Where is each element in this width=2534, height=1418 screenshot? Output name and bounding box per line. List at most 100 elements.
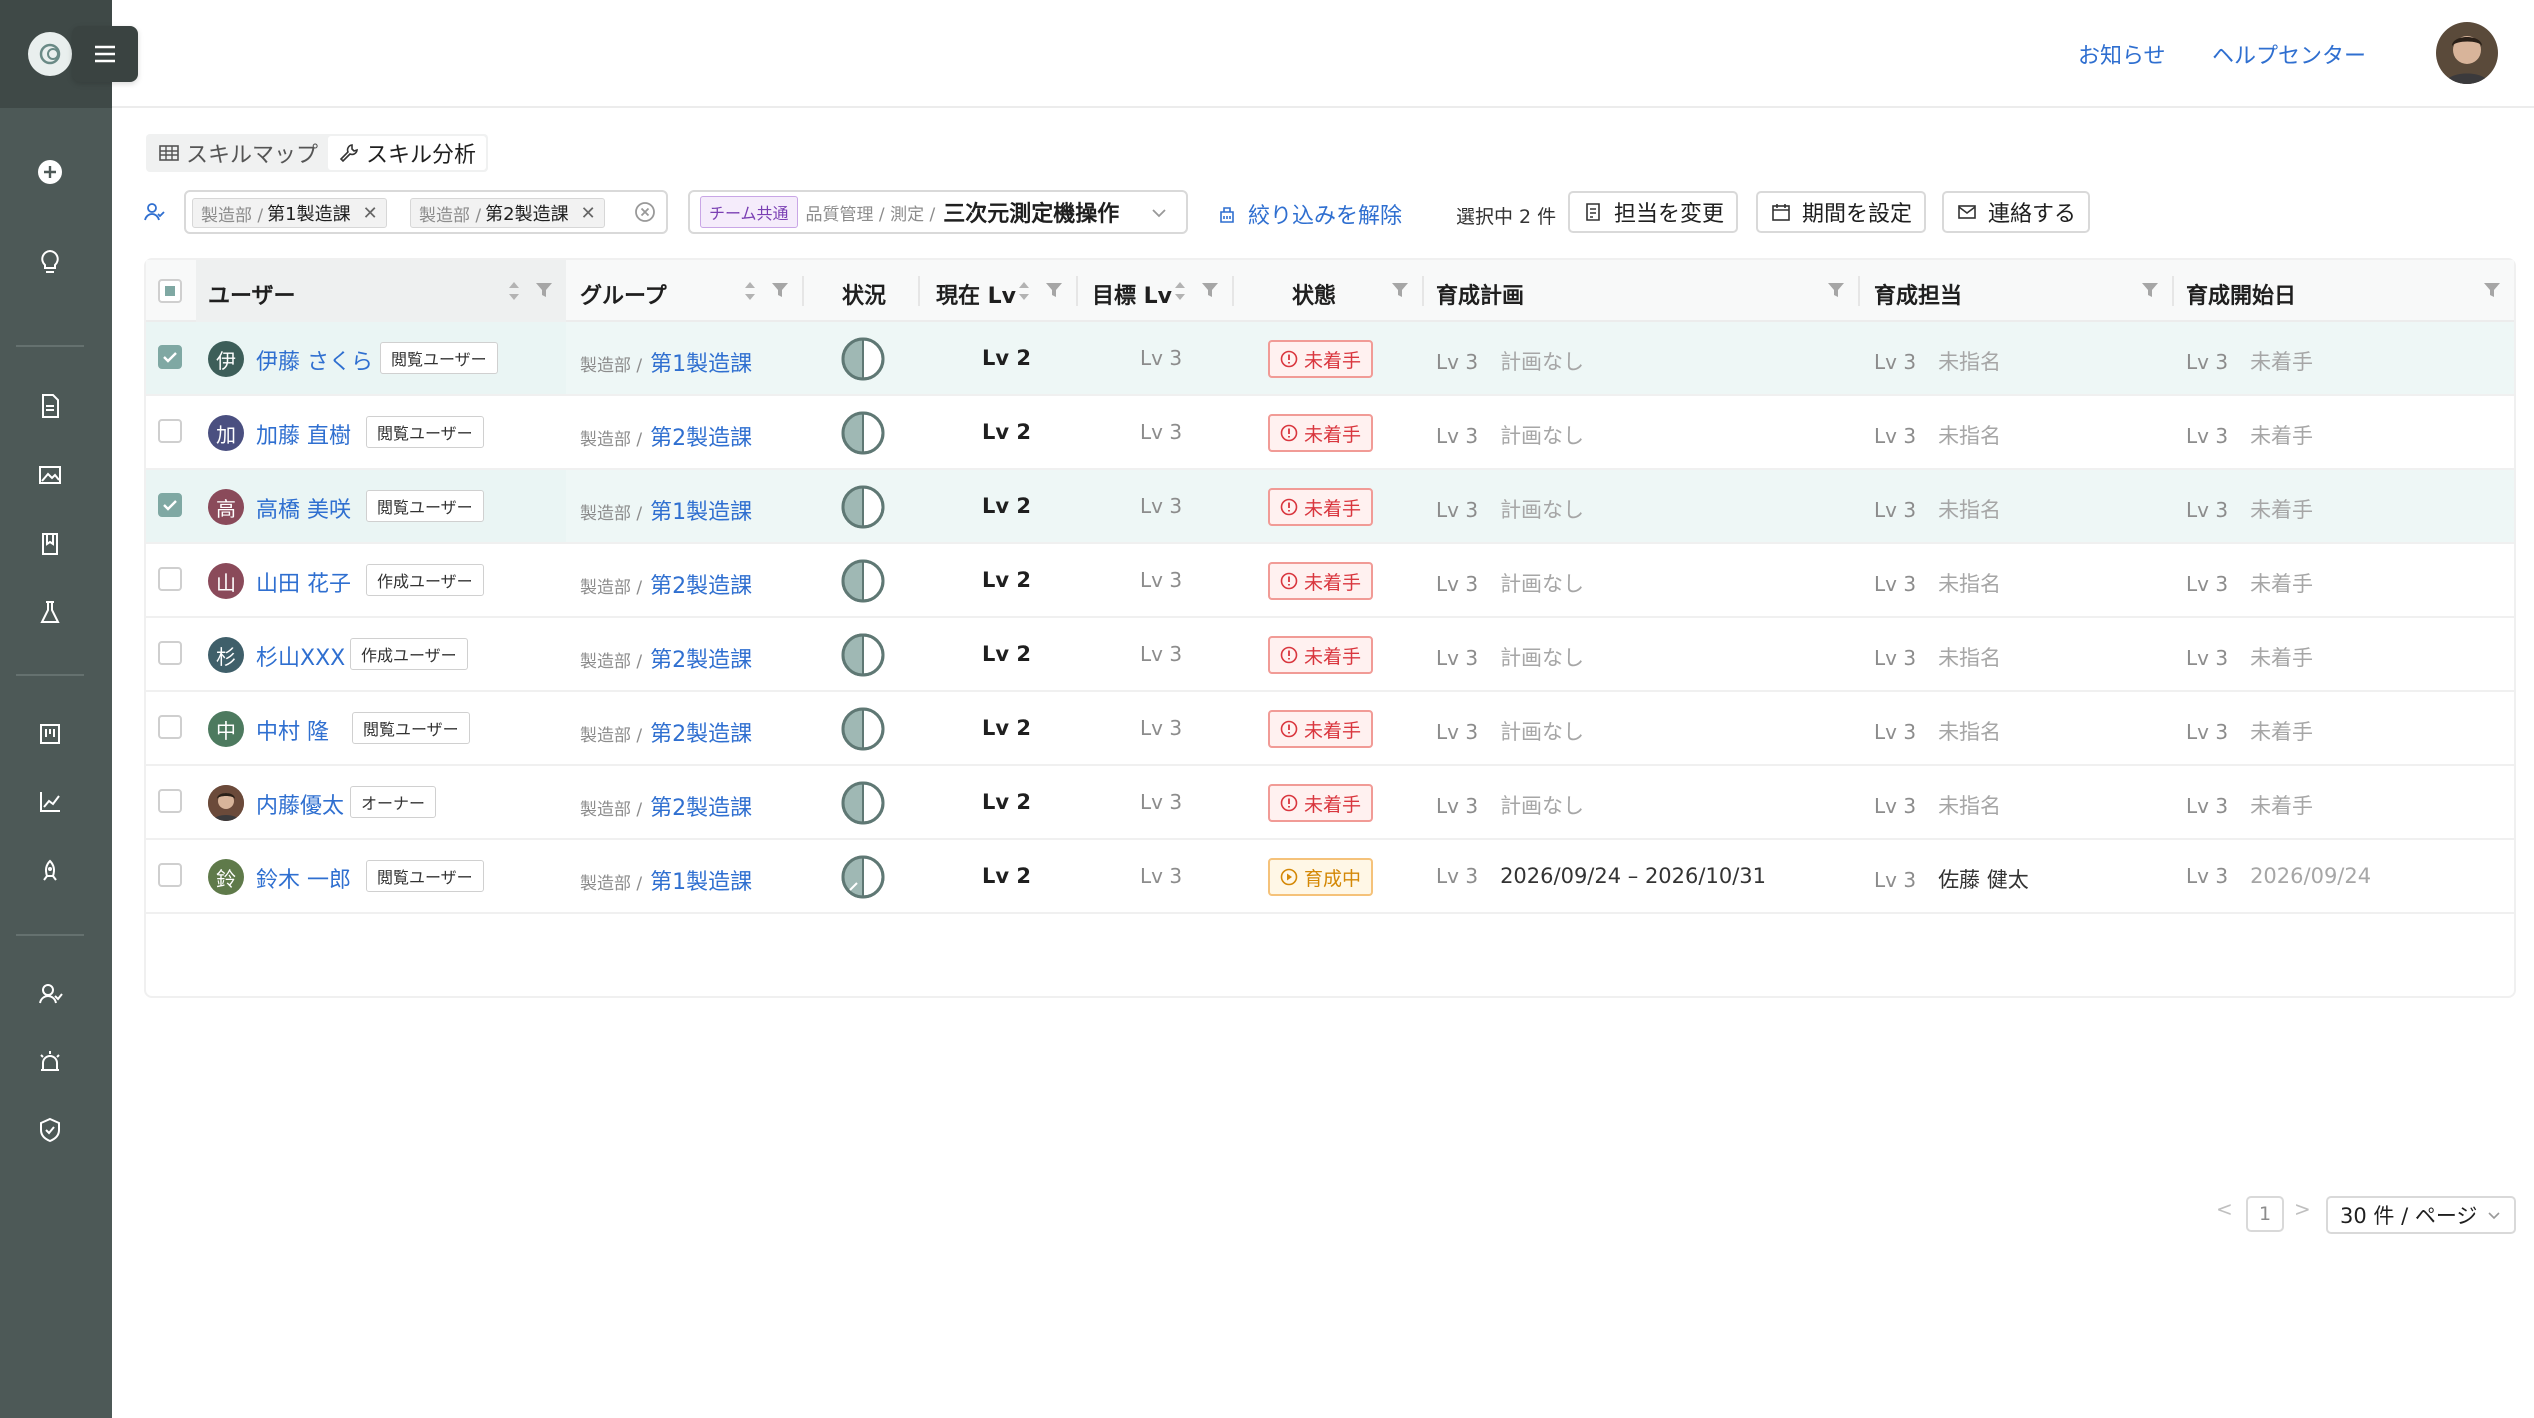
filter-icon[interactable]	[534, 280, 554, 300]
filter-icon[interactable]	[2482, 280, 2502, 300]
row-checkbox[interactable]	[158, 493, 182, 517]
column-header-start-date[interactable]: 育成開始日	[2186, 278, 2296, 310]
plan-cell[interactable]: Lv 3 計画なし	[1436, 346, 1584, 376]
row-checkbox[interactable]	[158, 419, 182, 443]
owner-cell[interactable]: Lv 3 未指名	[1874, 790, 2001, 820]
alarm-icon[interactable]	[30, 1042, 70, 1082]
owner-cell[interactable]: Lv 3 未指名	[1874, 346, 2001, 376]
table-row[interactable]: 高高橋 美咲 閲覧ユーザー 製造部 / 第1製造課 Lv 2 Lv 3 未着手 Lv 3 計画な…	[146, 470, 2514, 544]
column-header-state[interactable]: 状態	[1292, 278, 1336, 310]
sort-icon[interactable]	[1172, 278, 1188, 304]
menu-toggle-button[interactable]	[72, 26, 138, 82]
plan-cell[interactable]: Lv 3 計画なし	[1436, 568, 1584, 598]
select-all-checkbox[interactable]	[158, 279, 182, 303]
filter-icon[interactable]	[1826, 280, 1846, 300]
start-date-cell[interactable]: Lv 3 未着手	[2186, 494, 2313, 524]
skill-select[interactable]: チーム共通 品質管理 / 測定 / 三次元測定機操作	[688, 190, 1188, 234]
user-name-link[interactable]: 鈴木 一郎	[256, 862, 351, 894]
table-row[interactable]: 伊伊藤 さくら 閲覧ユーザー 製造部 / 第1製造課 Lv 2 Lv 3 未着手 Lv 3 計画…	[146, 322, 2514, 396]
group-link[interactable]: 第2製造課	[650, 648, 752, 673]
table-row[interactable]: 山山田 花子 作成ユーザー 製造部 / 第2製造課 Lv 2 Lv 3 未着手 Lv 3 計画な…	[146, 544, 2514, 618]
user-name-link[interactable]: 山田 花子	[256, 566, 351, 598]
column-header-owner[interactable]: 育成担当	[1874, 278, 1962, 310]
plan-cell[interactable]: Lv 3 計画なし	[1436, 790, 1584, 820]
notice-link[interactable]: お知らせ	[2078, 38, 2166, 70]
group-link[interactable]: 第1製造課	[650, 500, 752, 525]
start-date-cell[interactable]: Lv 3 2026/09/24	[2186, 864, 2371, 888]
column-header-user[interactable]: ユーザー	[208, 278, 296, 310]
owner-cell[interactable]: Lv 3 未指名	[1874, 716, 2001, 746]
user-name-link[interactable]: 高橋 美咲	[256, 492, 351, 524]
chip-close-icon[interactable]: ✕	[363, 203, 378, 224]
user-name-link[interactable]: 杉山XXX	[256, 640, 345, 672]
filter-icon[interactable]	[770, 280, 790, 300]
flask-icon[interactable]	[30, 592, 70, 632]
owner-cell[interactable]: Lv 3 未指名	[1874, 420, 2001, 450]
user-avatar[interactable]	[2436, 22, 2498, 84]
owner-cell[interactable]: Lv 3 未指名	[1874, 642, 2001, 672]
start-date-cell[interactable]: Lv 3 未着手	[2186, 716, 2313, 746]
column-header-target-lv[interactable]: 目標 Lv	[1092, 278, 1172, 310]
plan-cell[interactable]: Lv 3 計画なし	[1436, 420, 1584, 450]
clear-circle-icon[interactable]	[634, 201, 656, 223]
table-row[interactable]: 中中村 隆閲覧ユーザー 製造部 / 第2製造課 Lv 2 Lv 3 未着手 Lv 3 計画なし…	[146, 692, 2514, 766]
group-link[interactable]: 第2製造課	[650, 426, 752, 451]
tab-skill-analysis[interactable]: スキル分析	[328, 136, 487, 170]
owner-cell[interactable]: Lv 3 佐藤 健太	[1874, 864, 2029, 894]
next-page-button[interactable]: >	[2294, 1197, 2311, 1221]
tab-skill-map[interactable]: スキルマップ	[148, 136, 328, 170]
table-row[interactable]: 杉杉山XXX 作成ユーザー 製造部 / 第2製造課 Lv 2 Lv 3 未着手 Lv 3 計画な…	[146, 618, 2514, 692]
shield-check-icon[interactable]	[30, 1110, 70, 1150]
user-name-link[interactable]: 中村 隆	[256, 714, 329, 746]
start-date-cell[interactable]: Lv 3 未着手	[2186, 642, 2313, 672]
plan-cell[interactable]: Lv 3 計画なし	[1436, 716, 1584, 746]
rocket-icon[interactable]	[30, 852, 70, 892]
column-header-plan[interactable]: 育成計画	[1436, 278, 1524, 310]
filter-icon[interactable]	[2140, 280, 2160, 300]
start-date-cell[interactable]: Lv 3 未着手	[2186, 346, 2313, 376]
set-period-button[interactable]: 期間を設定	[1756, 191, 1927, 233]
users-icon[interactable]	[30, 974, 70, 1014]
page-size-select[interactable]: 30 件 / ページ	[2326, 1196, 2516, 1234]
kanban-icon[interactable]	[30, 714, 70, 754]
filter-icon[interactable]	[1044, 280, 1064, 300]
document-icon[interactable]	[30, 386, 70, 426]
plan-cell[interactable]: Lv 3 2026/09/24 – 2026/10/31	[1436, 864, 1766, 888]
group-filter-select[interactable]: 製造部 / 第1製造課 ✕ 製造部 / 第2製造課 ✕	[184, 190, 668, 234]
line-chart-icon[interactable]	[30, 782, 70, 822]
owner-cell[interactable]: Lv 3 未指名	[1874, 568, 2001, 598]
filter-icon[interactable]	[1390, 280, 1410, 300]
plan-cell[interactable]: Lv 3 計画なし	[1436, 494, 1584, 524]
app-logo[interactable]	[28, 32, 72, 76]
filter-icon[interactable]	[1200, 280, 1220, 300]
user-name-link[interactable]: 加藤 直樹	[256, 418, 351, 450]
reset-filters-link[interactable]: 絞り込みを解除	[1216, 198, 1402, 230]
book-icon[interactable]	[30, 524, 70, 564]
row-checkbox[interactable]	[158, 641, 182, 665]
group-link[interactable]: 第2製造課	[650, 722, 752, 747]
group-link[interactable]: 第2製造課	[650, 574, 752, 599]
image-icon[interactable]	[30, 455, 70, 495]
row-checkbox[interactable]	[158, 567, 182, 591]
user-name-link[interactable]: 伊藤 さくら	[256, 344, 373, 376]
change-owner-button[interactable]: 担当を変更	[1568, 191, 1739, 233]
start-date-cell[interactable]: Lv 3 未着手	[2186, 790, 2313, 820]
user-name-link[interactable]: 内藤優太	[256, 788, 344, 820]
plus-circle-icon[interactable]	[30, 152, 70, 192]
chip-close-icon[interactable]: ✕	[581, 203, 596, 224]
sort-icon[interactable]	[742, 278, 758, 304]
table-row[interactable]: 加加藤 直樹 閲覧ユーザー 製造部 / 第2製造課 Lv 2 Lv 3 未着手 Lv 3 計画な…	[146, 396, 2514, 470]
row-checkbox[interactable]	[158, 789, 182, 813]
page-number[interactable]: 1	[2246, 1196, 2284, 1232]
group-link[interactable]: 第2製造課	[650, 796, 752, 821]
sort-icon[interactable]	[1016, 278, 1032, 304]
plan-cell[interactable]: Lv 3 計画なし	[1436, 642, 1584, 672]
start-date-cell[interactable]: Lv 3 未着手	[2186, 568, 2313, 598]
table-row[interactable]: 鈴鈴木 一郎 閲覧ユーザー 製造部 / 第1製造課 Lv 2 Lv 3 育成中 Lv 3 202…	[146, 840, 2514, 914]
column-header-group[interactable]: グループ	[580, 278, 667, 310]
contact-button[interactable]: 連絡する	[1942, 191, 2091, 233]
row-checkbox[interactable]	[158, 715, 182, 739]
owner-cell[interactable]: Lv 3 未指名	[1874, 494, 2001, 524]
group-link[interactable]: 第1製造課	[650, 870, 752, 895]
lightbulb-icon[interactable]	[30, 242, 70, 282]
